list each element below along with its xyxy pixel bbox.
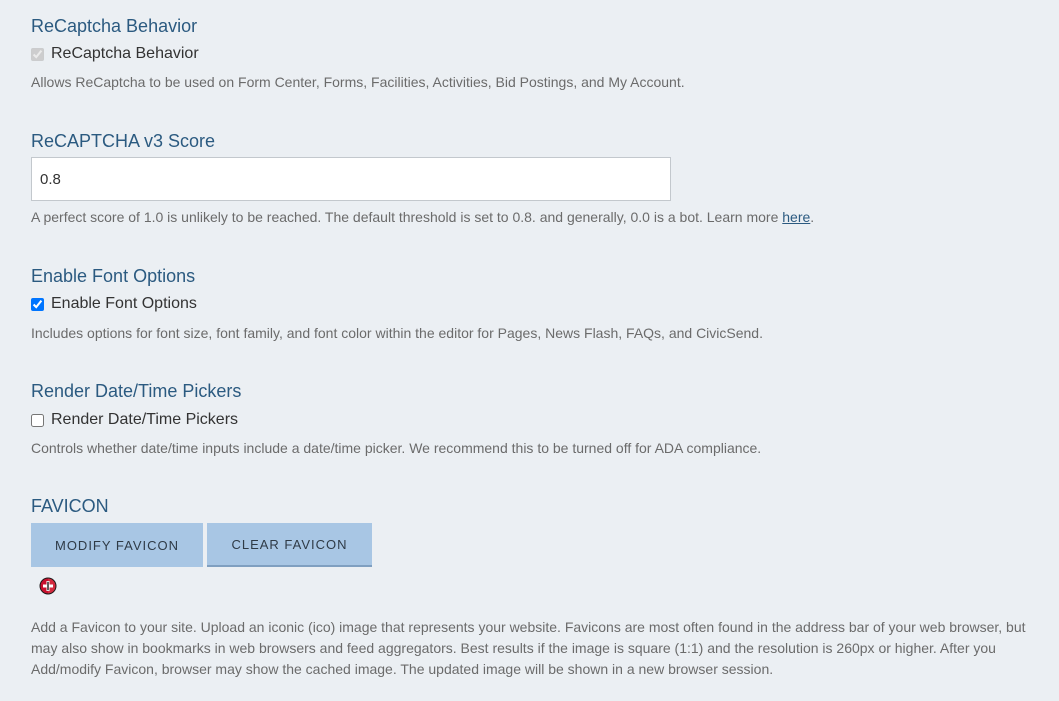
learn-more-link[interactable]: here bbox=[782, 209, 810, 225]
modify-favicon-button[interactable]: MODIFY FAVICON bbox=[31, 523, 203, 567]
recaptcha-help: Allows ReCaptcha to be used on Form Cent… bbox=[31, 74, 685, 90]
font-options-checkbox-row[interactable]: Enable Font Options bbox=[31, 294, 197, 314]
recaptcha-checkbox-label: ReCaptcha Behavior bbox=[51, 45, 199, 62]
date-pickers-title: Render Date/Time Pickers bbox=[31, 381, 242, 401]
favicon-help: Add a Favicon to your site. Upload an ic… bbox=[31, 619, 1026, 677]
font-options-checkbox[interactable] bbox=[31, 297, 44, 311]
settings-page: ReCaptcha Behavior ReCaptcha Behavior Al… bbox=[0, 0, 1059, 701]
recaptcha-v3-help: A perfect score of 1.0 is unlikely to be… bbox=[31, 207, 814, 228]
font-options-checkbox-label: Enable Font Options bbox=[51, 295, 197, 312]
recaptcha-v3-help-text: A perfect score of 1.0 is unlikely to be… bbox=[31, 209, 783, 225]
favicon-logo-icon bbox=[39, 577, 57, 595]
recaptcha-v3-help-suffix: . bbox=[810, 209, 815, 225]
recaptcha-title: ReCaptcha Behavior bbox=[31, 16, 198, 36]
clear-favicon-button[interactable]: CLEAR FAVICON bbox=[207, 523, 372, 567]
date-pickers-checkbox-label: Render Date/Time Pickers bbox=[51, 411, 239, 428]
recaptcha-v3-score-input[interactable] bbox=[31, 157, 671, 201]
font-options-help: Includes options for font size, font fam… bbox=[31, 325, 763, 341]
date-pickers-checkbox-row[interactable]: Render Date/Time Pickers bbox=[31, 410, 238, 430]
date-pickers-checkbox[interactable] bbox=[31, 413, 44, 427]
recaptcha-checkbox[interactable] bbox=[31, 47, 44, 61]
font-options-title: Enable Font Options bbox=[31, 266, 196, 286]
recaptcha-checkbox-row[interactable]: ReCaptcha Behavior bbox=[31, 44, 199, 64]
favicon-title: FAVICON bbox=[31, 496, 109, 516]
date-pickers-help: Controls whether date/time inputs includ… bbox=[31, 440, 762, 456]
recaptcha-v3-title: ReCAPTCHA v3 Score bbox=[31, 131, 216, 151]
